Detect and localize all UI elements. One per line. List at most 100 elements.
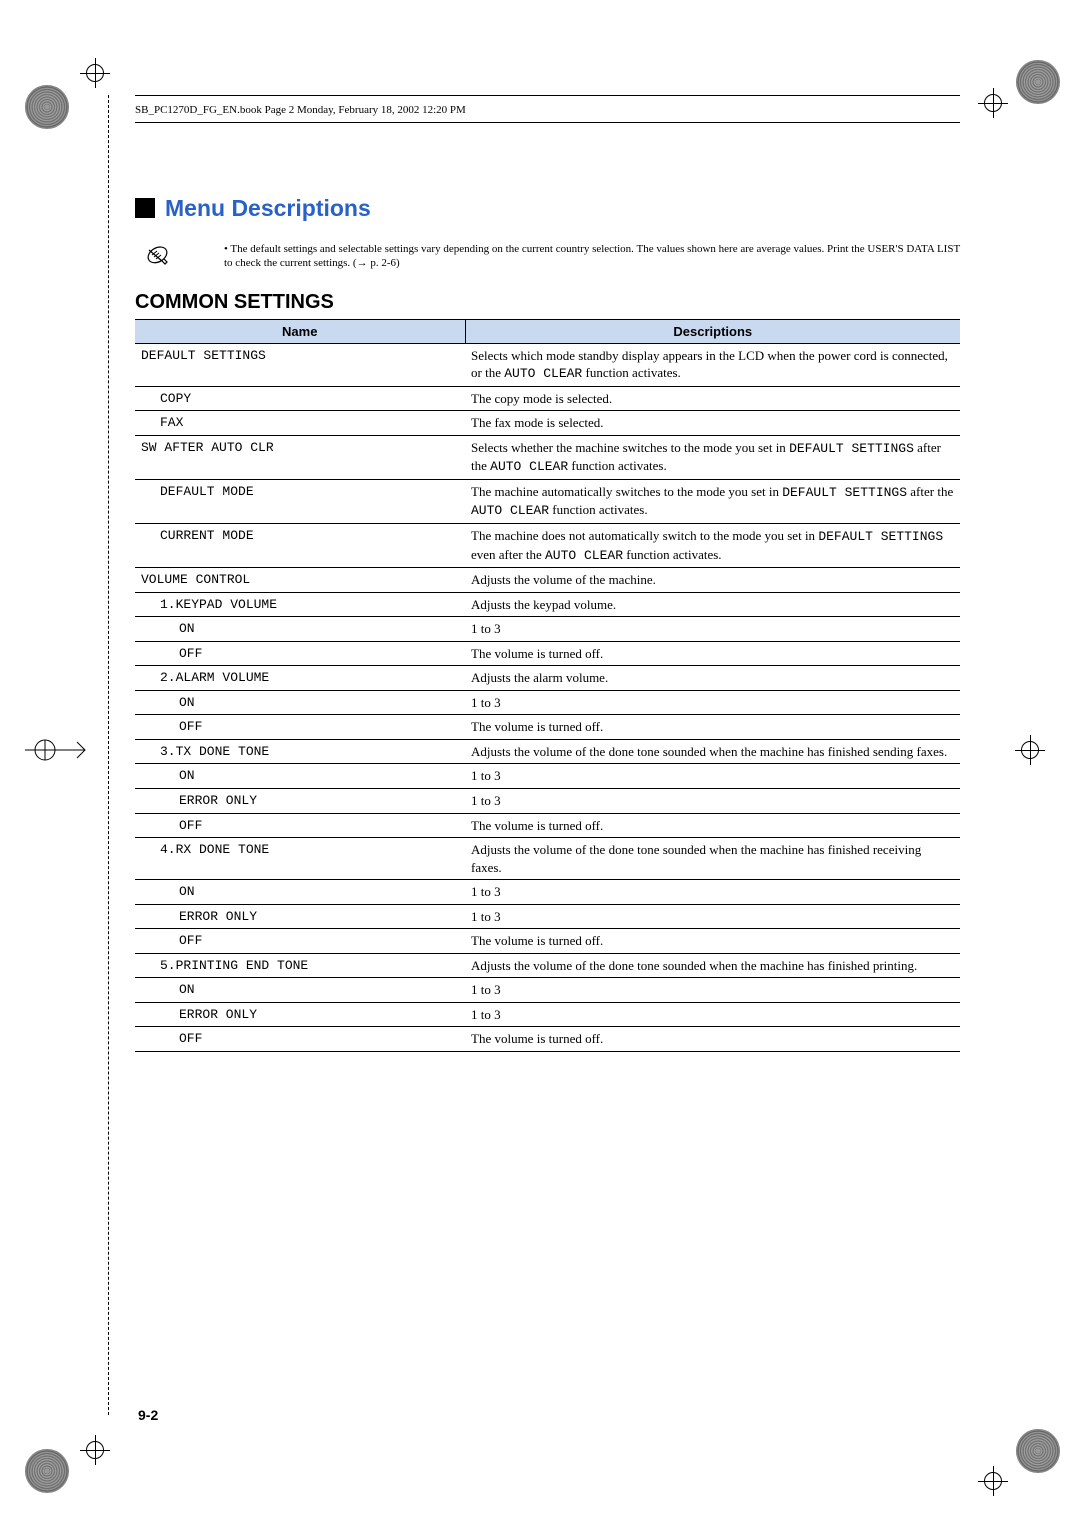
setting-description: Selects which mode standby display appea… bbox=[465, 343, 960, 386]
setting-name: ERROR ONLY bbox=[135, 904, 465, 929]
crop-target-br bbox=[1016, 1429, 1060, 1473]
setting-name: OFF bbox=[135, 641, 465, 666]
header-rule-top bbox=[135, 95, 960, 96]
table-row: DEFAULT MODEThe machine automatically sw… bbox=[135, 479, 960, 523]
table-row: 4.RX DONE TONEAdjusts the volume of the … bbox=[135, 838, 960, 880]
setting-name: 1.KEYPAD VOLUME bbox=[135, 592, 465, 617]
setting-name: 4.RX DONE TONE bbox=[135, 838, 465, 880]
crop-target-tr bbox=[1016, 60, 1060, 104]
setting-name: CURRENT MODE bbox=[135, 523, 465, 567]
setting-description: The volume is turned off. bbox=[465, 813, 960, 838]
book-info-text: SB_PC1270D_FG_EN.book Page 2 Monday, Feb… bbox=[135, 104, 960, 116]
table-row: ERROR ONLY1 to 3 bbox=[135, 788, 960, 813]
note-text: • The default settings and selectable se… bbox=[224, 242, 960, 271]
subsection-title: COMMON SETTINGS bbox=[135, 291, 960, 314]
table-header-row: Name Descriptions bbox=[135, 319, 960, 343]
table-row: CURRENT MODEThe machine does not automat… bbox=[135, 523, 960, 567]
setting-description: 1 to 3 bbox=[465, 880, 960, 905]
table-row: OFFThe volume is turned off. bbox=[135, 715, 960, 740]
crop-cross-bl bbox=[80, 1435, 110, 1465]
setting-description: The volume is turned off. bbox=[465, 715, 960, 740]
setting-name: OFF bbox=[135, 715, 465, 740]
table-row: FAXThe fax mode is selected. bbox=[135, 411, 960, 436]
setting-name: OFF bbox=[135, 813, 465, 838]
table-row: COPYThe copy mode is selected. bbox=[135, 386, 960, 411]
setting-description: The volume is turned off. bbox=[465, 929, 960, 954]
setting-name: 2.ALARM VOLUME bbox=[135, 666, 465, 691]
crop-cross-br bbox=[978, 1466, 1008, 1496]
setting-name: SW AFTER AUTO CLR bbox=[135, 435, 465, 479]
table-row: ON1 to 3 bbox=[135, 617, 960, 642]
table-row: ON1 to 3 bbox=[135, 764, 960, 789]
setting-description: Adjusts the volume of the machine. bbox=[465, 568, 960, 593]
section-title-text: Menu Descriptions bbox=[165, 195, 371, 221]
table-row: SW AFTER AUTO CLRSelects whether the mac… bbox=[135, 435, 960, 479]
setting-description: The fax mode is selected. bbox=[465, 411, 960, 436]
setting-description: Adjusts the volume of the done tone soun… bbox=[465, 838, 960, 880]
table-row: 2.ALARM VOLUMEAdjusts the alarm volume. bbox=[135, 666, 960, 691]
crop-target-tl bbox=[25, 85, 69, 129]
setting-description: The copy mode is selected. bbox=[465, 386, 960, 411]
setting-name: ON bbox=[135, 617, 465, 642]
setting-name: ON bbox=[135, 764, 465, 789]
setting-description: The volume is turned off. bbox=[465, 641, 960, 666]
table-row: OFFThe volume is turned off. bbox=[135, 813, 960, 838]
setting-name: OFF bbox=[135, 929, 465, 954]
table-row: ERROR ONLY1 to 3 bbox=[135, 904, 960, 929]
setting-description: 1 to 3 bbox=[465, 617, 960, 642]
table-row: OFFThe volume is turned off. bbox=[135, 641, 960, 666]
setting-name: DEFAULT MODE bbox=[135, 479, 465, 523]
setting-description: Selects whether the machine switches to … bbox=[465, 435, 960, 479]
table-row: VOLUME CONTROLAdjusts the volume of the … bbox=[135, 568, 960, 593]
note-row: • The default settings and selectable se… bbox=[145, 242, 960, 271]
setting-name: OFF bbox=[135, 1027, 465, 1052]
page-number: 9-2 bbox=[138, 1407, 158, 1423]
crop-cross-mr bbox=[1015, 735, 1045, 765]
table-row: ON1 to 3 bbox=[135, 880, 960, 905]
crop-target-bl bbox=[25, 1449, 69, 1493]
header-rule-bottom bbox=[135, 122, 960, 123]
page-content: SB_PC1270D_FG_EN.book Page 2 Monday, Feb… bbox=[135, 95, 960, 1052]
setting-description: Adjusts the alarm volume. bbox=[465, 666, 960, 691]
table-row: 5.PRINTING END TONEAdjusts the volume of… bbox=[135, 953, 960, 978]
table-row: OFFThe volume is turned off. bbox=[135, 1027, 960, 1052]
note-icon bbox=[145, 242, 169, 266]
table-row: DEFAULT SETTINGSSelects which mode stand… bbox=[135, 343, 960, 386]
setting-description: The volume is turned off. bbox=[465, 1027, 960, 1052]
setting-description: Adjusts the volume of the done tone soun… bbox=[465, 953, 960, 978]
section-bullet-square bbox=[135, 198, 155, 218]
table-row: OFFThe volume is turned off. bbox=[135, 929, 960, 954]
section-title: Menu Descriptions bbox=[135, 195, 960, 222]
setting-name: ON bbox=[135, 978, 465, 1003]
setting-name: 5.PRINTING END TONE bbox=[135, 953, 465, 978]
spine-fold-line bbox=[108, 95, 109, 1415]
setting-name: VOLUME CONTROL bbox=[135, 568, 465, 593]
setting-name: FAX bbox=[135, 411, 465, 436]
setting-description: 1 to 3 bbox=[465, 904, 960, 929]
setting-name: 3.TX DONE TONE bbox=[135, 739, 465, 764]
table-row: 3.TX DONE TONEAdjusts the volume of the … bbox=[135, 739, 960, 764]
setting-name: ON bbox=[135, 880, 465, 905]
header-desc: Descriptions bbox=[465, 319, 960, 343]
note-bullet: • bbox=[224, 243, 228, 255]
crop-cross-tl bbox=[80, 58, 110, 88]
setting-name: COPY bbox=[135, 386, 465, 411]
table-row: ON1 to 3 bbox=[135, 978, 960, 1003]
setting-description: The machine does not automatically switc… bbox=[465, 523, 960, 567]
setting-description: The machine automatically switches to th… bbox=[465, 479, 960, 523]
header-name: Name bbox=[135, 319, 465, 343]
settings-table: Name Descriptions DEFAULT SETTINGSSelect… bbox=[135, 319, 960, 1052]
setting-name: ERROR ONLY bbox=[135, 788, 465, 813]
spine-arrow-icon bbox=[25, 730, 95, 770]
setting-name: ERROR ONLY bbox=[135, 1002, 465, 1027]
setting-description: 1 to 3 bbox=[465, 1002, 960, 1027]
setting-name: DEFAULT SETTINGS bbox=[135, 343, 465, 386]
setting-description: 1 to 3 bbox=[465, 788, 960, 813]
table-row: ERROR ONLY1 to 3 bbox=[135, 1002, 960, 1027]
setting-description: Adjusts the keypad volume. bbox=[465, 592, 960, 617]
setting-description: 1 to 3 bbox=[465, 978, 960, 1003]
setting-description: Adjusts the volume of the done tone soun… bbox=[465, 739, 960, 764]
note-body: The default settings and selectable sett… bbox=[224, 243, 960, 269]
setting-description: 1 to 3 bbox=[465, 690, 960, 715]
setting-name: ON bbox=[135, 690, 465, 715]
